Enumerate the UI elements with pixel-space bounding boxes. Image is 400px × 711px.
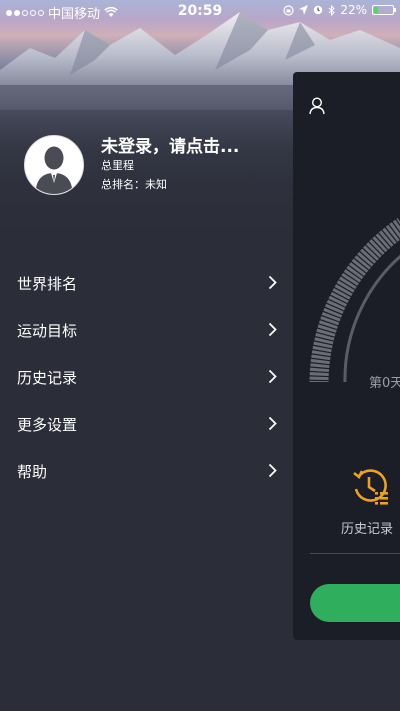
day-counter: 第0天: [369, 376, 400, 391]
menu-item-label: 历史记录: [17, 369, 78, 387]
battery-icon: [372, 5, 396, 15]
start-button[interactable]: [310, 584, 400, 622]
chevron-right-icon: [268, 275, 277, 290]
menu-item-more-settings[interactable]: 更多设置: [0, 401, 293, 448]
chevron-right-icon: [268, 463, 277, 478]
menu-item-history[interactable]: 历史记录: [0, 354, 293, 401]
user-icon[interactable]: [309, 97, 325, 115]
side-menu: 世界排名 运动目标 历史记录 更多设置 帮助: [0, 260, 293, 495]
menu-item-label: 世界排名: [17, 275, 78, 293]
login-prompt[interactable]: 未登录，请点击...: [101, 132, 239, 157]
chevron-right-icon: [268, 416, 277, 431]
battery-percent: 22%: [340, 3, 367, 17]
alarm-icon: [314, 5, 323, 15]
rotation-lock-icon: [283, 4, 294, 16]
menu-item-world-ranking[interactable]: 世界排名: [0, 260, 293, 307]
battery-level-fill: [374, 7, 378, 13]
default-user-avatar-icon: [27, 138, 81, 194]
divider: [310, 553, 400, 554]
menu-item-label: 更多设置: [17, 416, 78, 434]
location-arrow-icon: [299, 5, 309, 15]
chevron-right-icon: [268, 322, 277, 337]
menu-item-help[interactable]: 帮助: [0, 448, 293, 495]
history-label[interactable]: 历史记录: [341, 518, 393, 537]
main-panel[interactable]: 第0天 历史记录: [293, 72, 400, 640]
bluetooth-icon: [328, 4, 336, 16]
menu-item-label: 运动目标: [17, 322, 78, 340]
menu-item-label: 帮助: [17, 463, 48, 481]
menu-item-exercise-goal[interactable]: 运动目标: [0, 307, 293, 354]
avatar[interactable]: [24, 135, 84, 195]
status-right: 22%: [283, 3, 396, 17]
chevron-right-icon: [268, 369, 277, 384]
status-bar: 中国移动 20:59 22%: [0, 0, 400, 22]
total-rank-label: 总排名：未知: [101, 178, 167, 191]
history-clock-icon[interactable]: [351, 467, 391, 507]
total-mileage-label: 总里程: [101, 159, 134, 172]
progress-gauge: [309, 218, 400, 382]
